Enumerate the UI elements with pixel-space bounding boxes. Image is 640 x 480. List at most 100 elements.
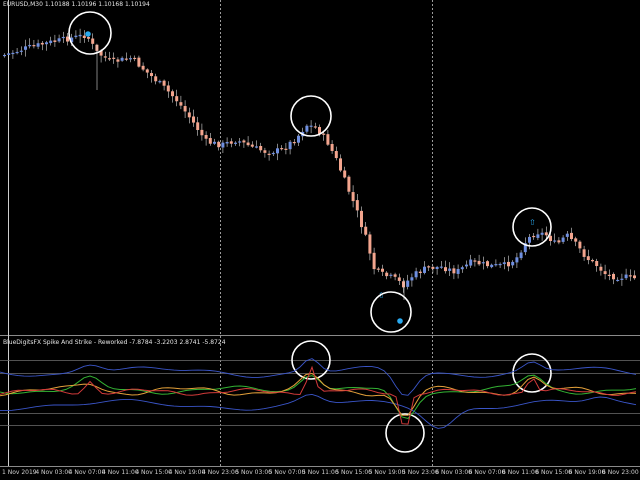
candle-body xyxy=(7,53,11,55)
candle-body xyxy=(15,51,19,54)
candle-body xyxy=(565,233,569,237)
candle-body xyxy=(507,261,510,267)
chart-canvas[interactable]: ⇧⇧ xyxy=(0,0,640,480)
candle-body xyxy=(414,271,418,278)
candle-body xyxy=(427,266,431,268)
candle-body xyxy=(183,106,187,112)
time-axis-label: 6 Nov 19:00 xyxy=(568,469,606,476)
candle-body xyxy=(612,273,615,280)
candle-body xyxy=(477,260,481,265)
candle-body xyxy=(141,65,145,70)
candle-body xyxy=(154,76,158,82)
candle-body xyxy=(267,153,271,155)
up-arrow-icon: ⇧ xyxy=(529,218,536,227)
candle-body xyxy=(452,268,456,274)
candle-body xyxy=(486,261,489,267)
time-axis-label: 6 Nov 03:00 xyxy=(435,469,472,476)
candle-body xyxy=(242,140,246,143)
candle-body xyxy=(330,143,334,151)
candle-body xyxy=(431,266,435,269)
indicator-title: BlueDigitsFX Spike And Strike - Reworked xyxy=(3,339,128,346)
candle-body xyxy=(553,240,557,242)
candle-body xyxy=(36,43,40,47)
chart-window[interactable]: ⇧ ⇧ EURUSD,M30 1.10188 1.10196 1.10168 1.… xyxy=(0,0,640,480)
candle-body xyxy=(633,275,636,279)
candle-body xyxy=(544,232,548,236)
candle-body xyxy=(322,133,326,135)
candle-body xyxy=(217,141,221,148)
candle-body xyxy=(213,141,216,144)
candle-body xyxy=(528,236,531,243)
candle-body xyxy=(74,35,78,38)
indicator-values: -7.8784 -3.2203 2.8741 -5.8724 xyxy=(129,339,226,346)
candle-body xyxy=(549,235,552,242)
candle-body xyxy=(620,278,624,280)
candle-body xyxy=(246,142,250,146)
candle-body xyxy=(515,257,519,263)
candle-body xyxy=(192,116,195,123)
candle-body xyxy=(124,58,128,60)
indicator-green-line xyxy=(0,374,637,420)
candle-body xyxy=(624,274,628,279)
candle-body xyxy=(137,57,141,67)
candle-body xyxy=(582,249,586,257)
candle-body xyxy=(423,266,426,273)
candle-body xyxy=(28,44,32,47)
candle-body xyxy=(145,69,149,73)
candle-body xyxy=(49,40,53,44)
candle-body xyxy=(284,148,288,150)
candle-body xyxy=(364,226,368,235)
candle-body xyxy=(393,274,397,277)
candle-body xyxy=(179,102,183,106)
time-axis-label: 5 Nov 19:00 xyxy=(368,469,406,476)
time-axis-label: 1 Nov 2019 xyxy=(2,469,37,476)
candle-body xyxy=(511,261,515,266)
candle-body xyxy=(570,232,573,240)
highlight-circle xyxy=(385,413,425,453)
candle-body xyxy=(586,256,590,261)
candle-body xyxy=(435,266,439,270)
candle-body xyxy=(490,264,494,268)
candle-body xyxy=(187,112,191,118)
candle-body xyxy=(129,58,132,60)
ohlc-values: 1.10188 1.10196 1.10168 1.10194 xyxy=(44,1,150,8)
time-axis-label: 5 Nov 07:00 xyxy=(268,469,306,476)
candle-body xyxy=(250,144,254,147)
candle-body xyxy=(175,96,179,102)
candle-body xyxy=(469,259,473,266)
signal-dot-marker xyxy=(85,31,91,37)
candle-body xyxy=(225,141,229,144)
candle-body xyxy=(498,263,502,266)
time-axis-label: 5 Nov 15:00 xyxy=(335,469,372,476)
candle-body xyxy=(376,268,380,270)
candle-body xyxy=(456,268,460,274)
time-axis-label: 6 Nov 15:00 xyxy=(535,469,572,476)
candle-body xyxy=(519,252,523,259)
highlight-circle xyxy=(512,207,552,247)
highlight-circle xyxy=(512,353,552,393)
time-axis-label: 4 Nov 03:00 xyxy=(35,469,72,476)
candle-body xyxy=(24,46,27,50)
candle-body xyxy=(158,81,162,83)
candle-body xyxy=(473,260,477,262)
candle-body xyxy=(91,38,95,44)
candle-body xyxy=(439,266,443,268)
candle-body xyxy=(460,267,464,270)
candle-body xyxy=(578,241,582,249)
candle-body xyxy=(150,73,153,77)
candle-body xyxy=(238,141,242,143)
candle-body xyxy=(166,85,170,92)
candle-body xyxy=(595,260,599,267)
candle-body xyxy=(196,122,200,131)
candle-body xyxy=(540,232,544,235)
signal-dot-marker xyxy=(397,318,403,324)
candle-body xyxy=(116,59,120,62)
symbol-timeframe: EURUSD,M30 xyxy=(3,1,43,8)
candle-body xyxy=(108,58,111,60)
candle-body xyxy=(32,45,36,47)
candle-body xyxy=(45,42,48,45)
time-axis-label: 6 Nov 11:00 xyxy=(502,469,539,476)
time-axis-label: 4 Nov 23:00 xyxy=(202,469,239,476)
candle-body xyxy=(120,57,124,61)
candle-body xyxy=(561,237,565,242)
